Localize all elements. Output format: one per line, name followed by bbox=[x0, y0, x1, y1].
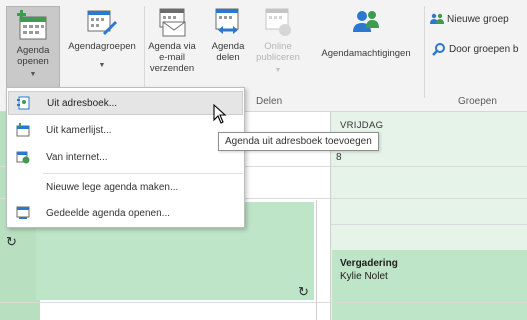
grid-line bbox=[316, 200, 317, 320]
new-group-label: Nieuwe groep bbox=[447, 13, 509, 25]
chevron-down-icon: ▼ bbox=[274, 67, 282, 74]
publish-online-button[interactable]: Online publiceren ▼ bbox=[256, 6, 300, 76]
calendar-permissions-button[interactable]: Agendamachtigingen bbox=[312, 6, 420, 59]
browse-groups-button[interactable]: Door groepen b bbox=[432, 42, 519, 56]
search-icon bbox=[432, 42, 446, 56]
ribbon-separator bbox=[144, 6, 145, 98]
menu-item-open-shared-calendar[interactable]: Gedeelde agenda openen... bbox=[8, 201, 243, 225]
menu-item-label: Van internet... bbox=[46, 151, 108, 163]
day-header: VRIJDAG bbox=[340, 120, 384, 131]
calendar-email-icon bbox=[156, 6, 188, 38]
calendar-groups-icon bbox=[86, 6, 118, 38]
open-calendar-menu: Uit adresboek... Uit kamerlijst... Van i… bbox=[6, 87, 245, 228]
calendar-publish-icon bbox=[262, 6, 294, 38]
menu-item-label: Uit kamerlijst... bbox=[46, 124, 112, 136]
share-calendar-label: Agenda delen bbox=[211, 41, 245, 63]
menu-item-new-blank-calendar[interactable]: Nieuwe lege agenda maken... bbox=[8, 175, 243, 199]
people-permissions-icon bbox=[350, 6, 382, 38]
menu-separator bbox=[43, 173, 243, 174]
calendar-permissions-label: Agendamachtigingen bbox=[321, 48, 411, 59]
people-group-icon bbox=[430, 12, 444, 26]
room-list-icon bbox=[16, 123, 30, 137]
mouse-pointer-icon bbox=[213, 103, 227, 127]
calendar-groups-button[interactable]: Agendagroepen ▼ bbox=[66, 6, 138, 71]
grid-line bbox=[0, 302, 527, 303]
shared-calendar-icon bbox=[16, 206, 30, 220]
menu-item-label: Uit adresboek... bbox=[47, 97, 118, 109]
chevron-down-icon: ▼ bbox=[29, 71, 37, 78]
calendar-add-icon bbox=[17, 10, 49, 42]
calendar-share-icon bbox=[212, 6, 244, 38]
menu-item-from-room-list[interactable]: Uit kamerlijst... bbox=[8, 118, 243, 142]
open-calendar-label: Agenda openen bbox=[16, 45, 50, 67]
email-calendar-button[interactable]: Agenda via e-mail verzenden bbox=[148, 6, 196, 74]
browse-groups-label: Door groepen b bbox=[449, 43, 519, 55]
meeting-title: Vergadering bbox=[340, 258, 398, 269]
open-calendar-button[interactable]: Agenda openen ▼ bbox=[6, 6, 60, 90]
internet-calendar-icon bbox=[16, 150, 30, 164]
address-book-icon bbox=[17, 96, 31, 110]
groups-group-label: Groepen bbox=[458, 96, 497, 107]
chevron-down-icon: ▼ bbox=[98, 62, 106, 69]
share-group-label: Delen bbox=[256, 96, 283, 107]
email-calendar-label: Agenda via e-mail verzenden bbox=[148, 41, 196, 74]
publish-online-label: Online publiceren bbox=[256, 41, 300, 63]
recurring-icon: ↻ bbox=[298, 284, 309, 299]
tooltip: Agenda uit adresboek toevoegen bbox=[218, 132, 379, 151]
menu-item-from-address-book[interactable]: Uit adresboek... bbox=[8, 91, 243, 115]
calendar-groups-label: Agendagroepen bbox=[68, 41, 136, 52]
menu-item-label: Nieuwe lege agenda maken... bbox=[46, 181, 179, 193]
share-calendar-button[interactable]: Agenda delen bbox=[206, 6, 250, 63]
menu-item-from-internet[interactable]: Van internet... bbox=[8, 145, 243, 169]
recurring-icon: ↻ bbox=[6, 234, 17, 249]
meeting-organizer: Kylie Nolet bbox=[340, 271, 388, 282]
menu-item-label: Gedeelde agenda openen... bbox=[46, 207, 170, 219]
day-number: 8 bbox=[336, 152, 342, 163]
grid-line bbox=[330, 224, 527, 225]
new-group-button[interactable]: Nieuwe groep bbox=[430, 12, 509, 26]
ribbon-separator bbox=[424, 6, 425, 98]
